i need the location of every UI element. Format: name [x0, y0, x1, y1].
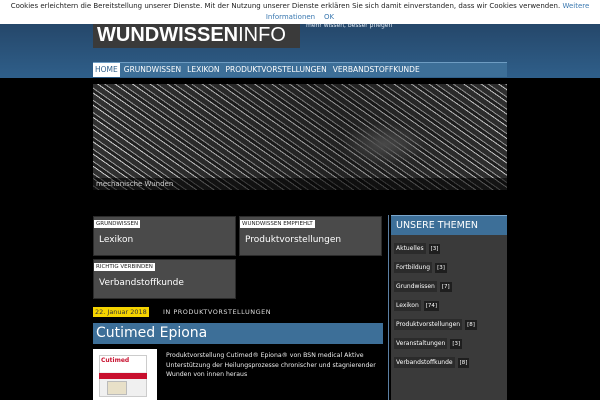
- feature-box-title: Lexikon: [99, 235, 134, 245]
- sidebar-item-label: Veranstaltungen: [394, 338, 448, 349]
- feature-box-title: Verbandstoffkunde: [99, 278, 184, 288]
- post-category-link[interactable]: IN PRODUKTVORSTELLUNGEN: [163, 308, 271, 316]
- site-logo[interactable]: WUNDWISSENINFO: [93, 24, 300, 48]
- sidebar-item-count: [8]: [457, 357, 470, 368]
- sidebar-item-label: Produktvorstellungen: [394, 319, 463, 330]
- main-nav: HOME GRUNDWISSEN LEXIKON PRODUKTVORSTELL…: [93, 62, 507, 77]
- sidebar-divider: [388, 215, 389, 400]
- sidebar-item-fortbildung[interactable]: Fortbildung [3]: [391, 258, 507, 277]
- sidebar-item-count: [3]: [428, 243, 441, 254]
- nav-item-home[interactable]: HOME: [93, 63, 120, 77]
- post-title[interactable]: Cutimed Epiona: [93, 323, 383, 344]
- sidebar-item-label: Lexikon: [394, 300, 421, 311]
- logo-light-text: INFO: [238, 24, 286, 46]
- sidebar-item-label: Verbandstoffkunde: [394, 357, 455, 368]
- sidebar-item-count: [3]: [450, 338, 463, 349]
- sidebar-heading: UNSERE THEMEN: [391, 215, 507, 235]
- sidebar-item-produktvorstellungen[interactable]: Produktvorstellungen [8]: [391, 315, 507, 334]
- product-brand-text: Cutimed: [101, 357, 130, 364]
- nav-item-produktvorstellungen[interactable]: PRODUKTVORSTELLUNGEN: [223, 63, 328, 77]
- post-date: 22. Januar 2018: [93, 307, 149, 317]
- sidebar-item-label: Fortbildung: [394, 262, 433, 273]
- sidebar-item-count: [7]: [439, 281, 452, 292]
- sidebar-item-aktuelles[interactable]: Aktuelles [3]: [391, 239, 507, 258]
- sidebar-list: Aktuelles [3] Fortbildung [3] Grundwisse…: [391, 235, 507, 372]
- sidebar-item-label: Aktuelles: [394, 243, 426, 254]
- sidebar-item-label: Grundwissen: [394, 281, 437, 292]
- feature-box-verbandstoffkunde[interactable]: RICHTIG VERBINDEN Verbandstoffkunde: [93, 259, 236, 299]
- product-image[interactable]: Cutimed: [93, 349, 157, 400]
- logo-bold-text: WUNDWISSEN: [97, 24, 239, 46]
- sidebar-item-count: [74]: [423, 300, 440, 311]
- sidebar-item-lexikon[interactable]: Lexikon [74]: [391, 296, 507, 315]
- cookie-text: Cookies erleichtern die Bereitstellung u…: [10, 2, 561, 10]
- cookie-ok-link[interactable]: OK: [324, 13, 334, 21]
- feature-box-label: GRUNDWISSEN: [94, 220, 141, 228]
- feature-box-lexikon[interactable]: GRUNDWISSEN Lexikon: [93, 216, 236, 256]
- sidebar-topics: UNSERE THEMEN Aktuelles [3] Fortbildung …: [391, 215, 507, 400]
- hero-caption: mechanische Wunden: [93, 178, 507, 190]
- sidebar-item-veranstaltungen[interactable]: Veranstaltungen [3]: [391, 334, 507, 353]
- sidebar-item-verbandstoffkunde[interactable]: Verbandstoffkunde [8]: [391, 353, 507, 372]
- feature-box-label: RICHTIG VERBINDEN: [94, 263, 155, 271]
- hero-overlay: [93, 84, 507, 190]
- feature-box-label: WUNDWISSEN EMPFIEHLT: [240, 220, 315, 228]
- nav-item-lexikon[interactable]: LEXIKON: [185, 63, 221, 77]
- post-excerpt: Produktvorstellung Cutimed® Epiona® von …: [166, 352, 376, 378]
- feature-box-produktvorstellungen[interactable]: WUNDWISSEN EMPFIEHLT Produktvorstellunge…: [239, 216, 382, 256]
- cookie-banner: Cookies erleichtern die Bereitstellung u…: [0, 0, 600, 24]
- sidebar-item-count: [8]: [465, 319, 477, 330]
- nav-item-grundwissen[interactable]: GRUNDWISSEN: [122, 63, 183, 77]
- feature-box-title: Produktvorstellungen: [245, 235, 342, 245]
- sidebar-item-count: [3]: [435, 262, 447, 273]
- product-stripe-graphic: [99, 373, 147, 379]
- product-pad-graphic: [107, 381, 127, 395]
- sidebar-item-grundwissen[interactable]: Grundwissen [7]: [391, 277, 507, 296]
- hero-banner[interactable]: mechanische Wunden: [93, 84, 507, 190]
- nav-item-verbandstoffkunde[interactable]: VERBANDSTOFFKUNDE: [331, 63, 422, 77]
